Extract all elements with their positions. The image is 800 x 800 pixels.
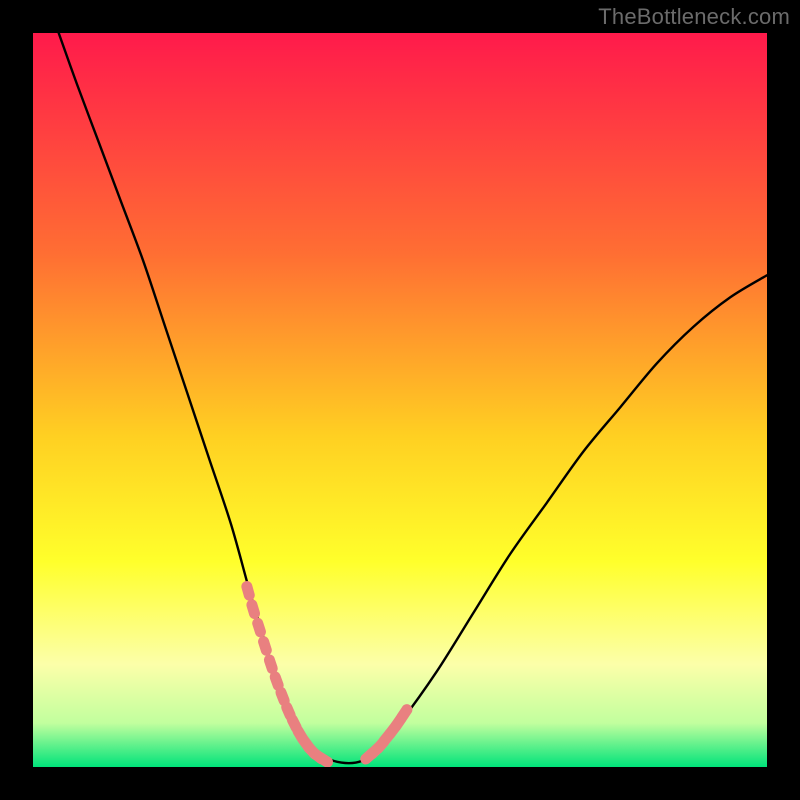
chart-frame: TheBottleneck.com bbox=[0, 0, 800, 800]
gradient-background bbox=[33, 33, 767, 767]
watermark-text: TheBottleneck.com bbox=[598, 4, 790, 30]
plot-area bbox=[33, 33, 767, 767]
bottleneck-chart bbox=[33, 33, 767, 767]
